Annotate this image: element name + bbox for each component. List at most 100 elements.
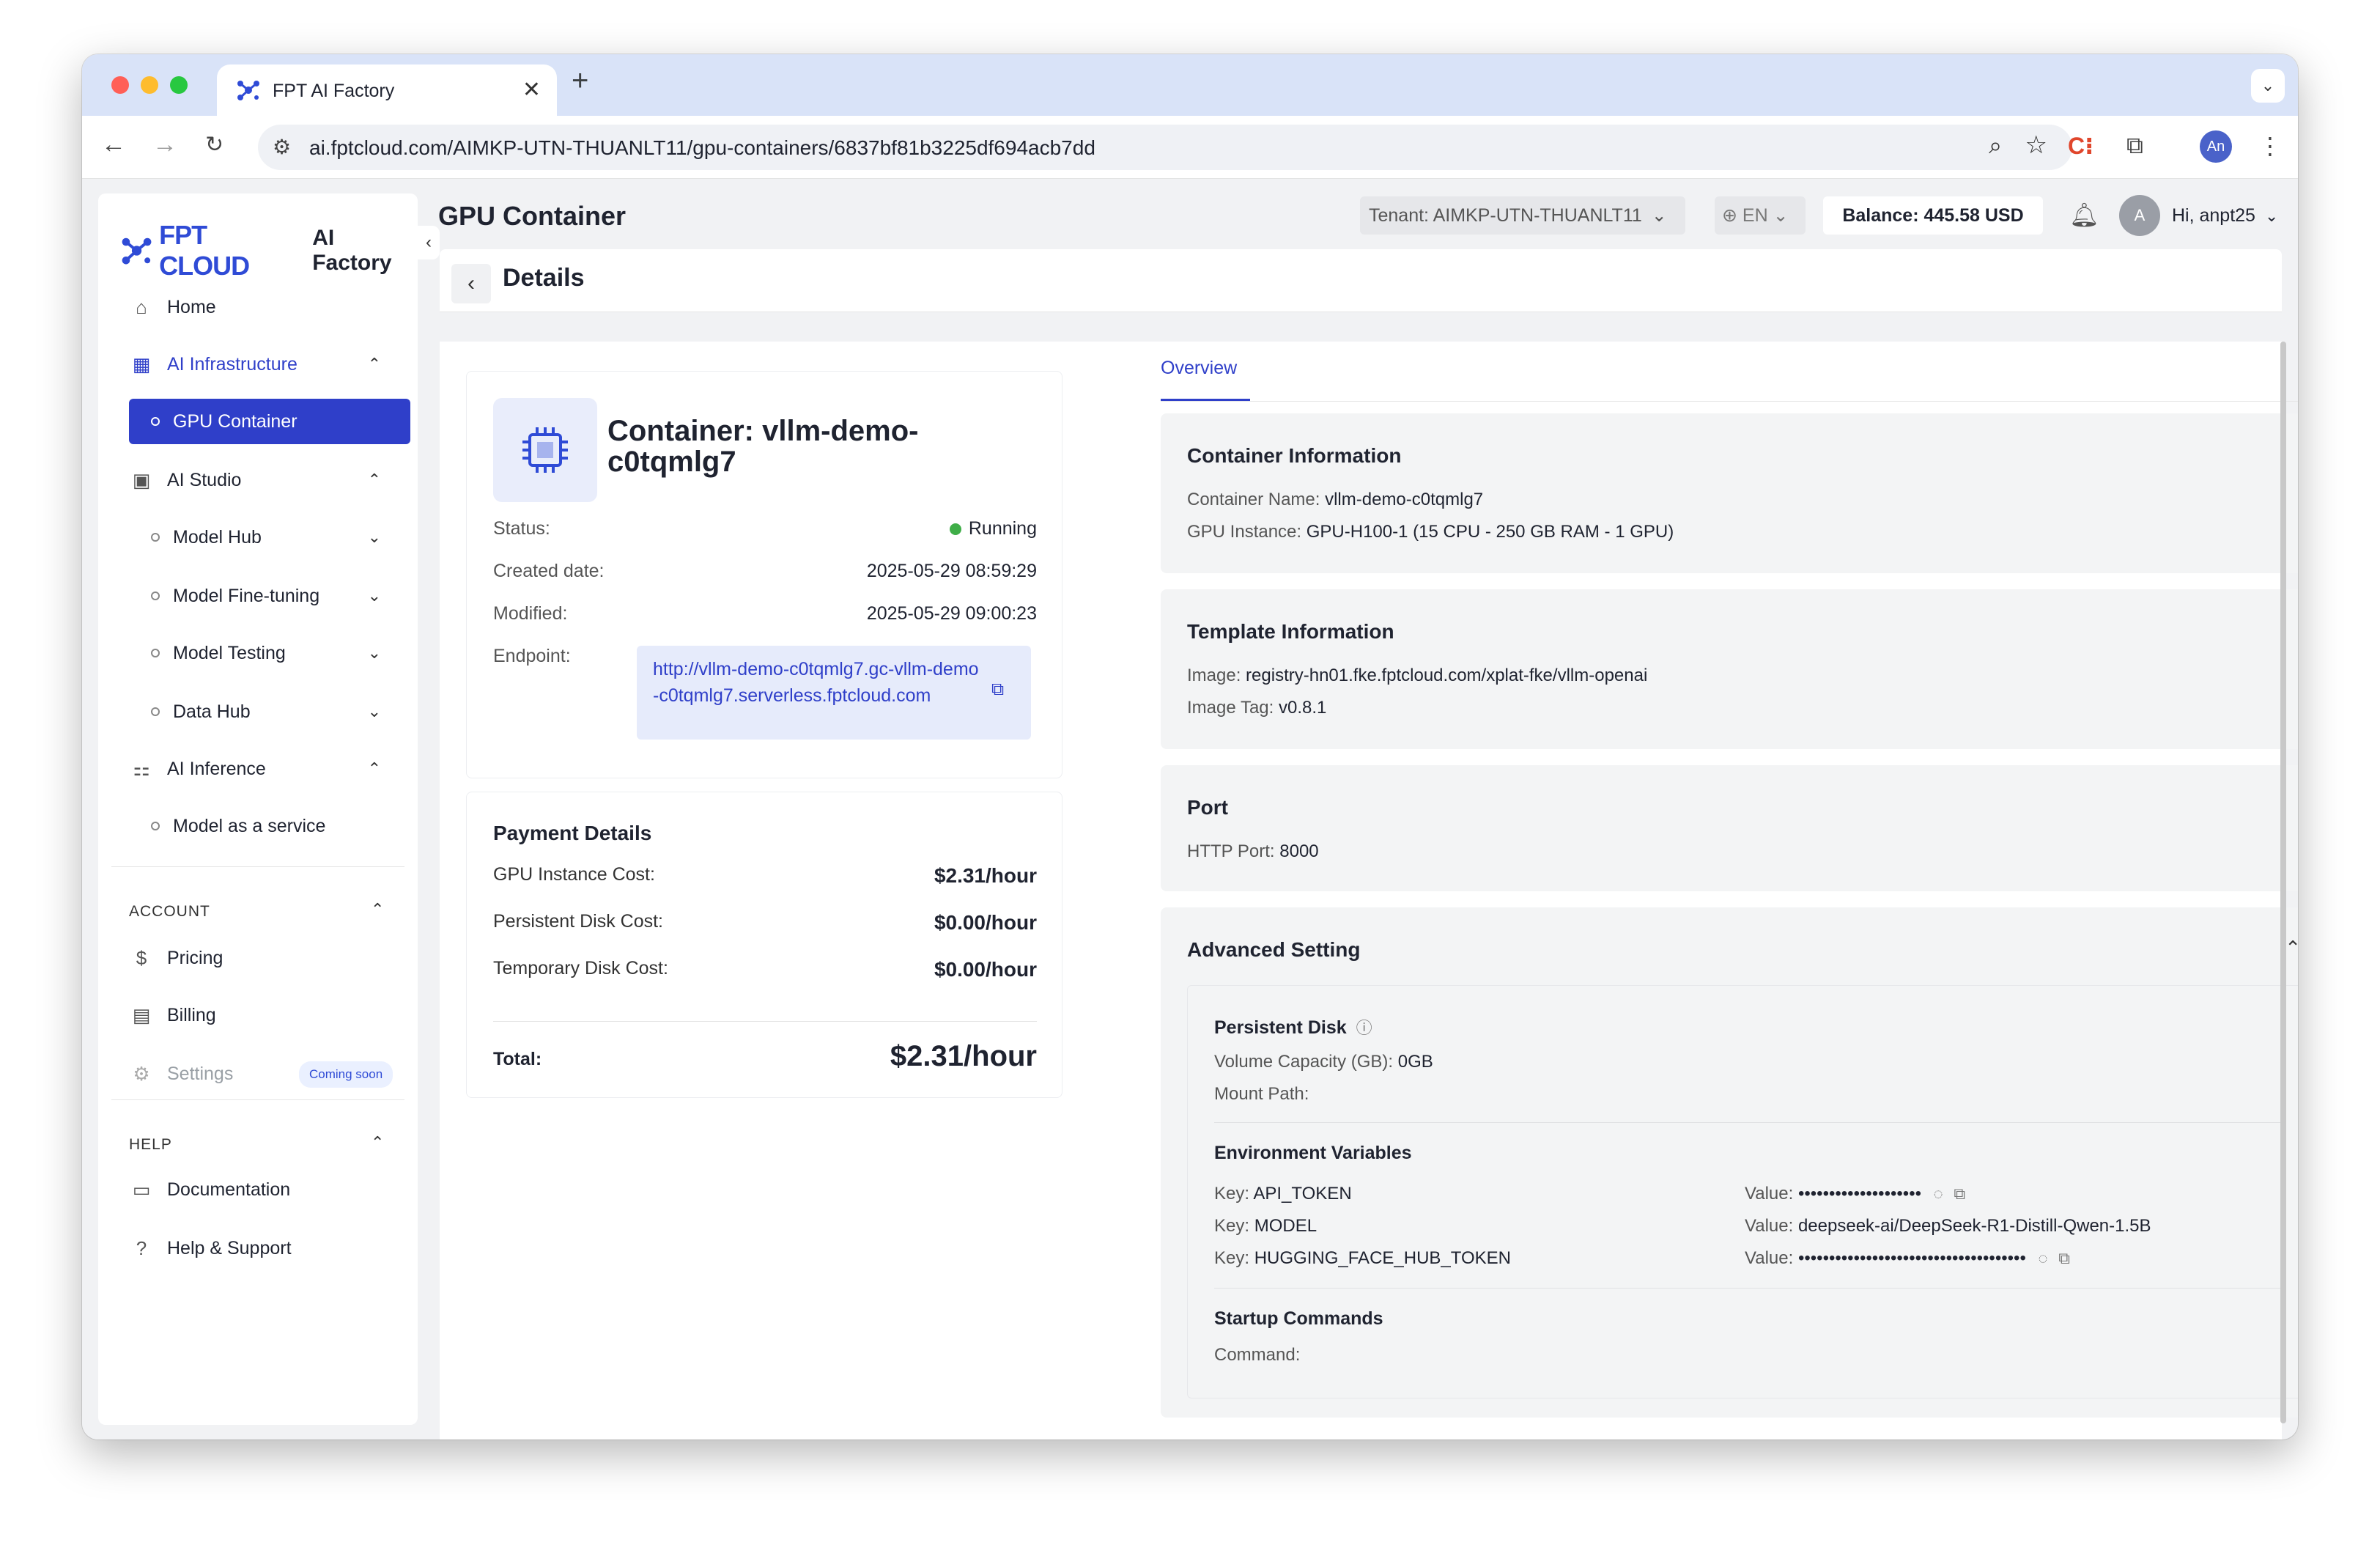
eye-off-icon[interactable]: ◌	[2039, 1249, 2048, 1267]
sidebar-item-label: Home	[167, 296, 216, 317]
status-value: Running	[949, 518, 1037, 539]
sidebar-item-model-testing[interactable]: Model Testing ⌄	[129, 630, 402, 676]
browser-window: FPT AI Factory ✕ + ⌄ ← → ↻ ⚙ ai.fptcloud…	[82, 54, 2298, 1440]
zoom-icon[interactable]: ⌕	[1989, 132, 2002, 160]
scrollbar[interactable]	[2280, 342, 2286, 1423]
tenant-selector[interactable]: Tenant: AIMKP-UTN-THUANLT11 ⌄	[1360, 196, 1685, 235]
dashboard-icon: ▦	[132, 353, 151, 375]
container-info-panel: Container Information Container Name: vl…	[1161, 413, 2298, 573]
maximize-window-button[interactable]	[170, 76, 188, 94]
back-arrow-icon[interactable]: ←	[101, 130, 126, 159]
sidebar-item-ai-infrastructure[interactable]: ▦ AI Infrastructure ⌃	[129, 342, 402, 387]
eye-off-icon[interactable]: ◌	[1934, 1184, 1943, 1203]
copy-icon[interactable]: ⧉	[2058, 1249, 2070, 1267]
sidebar-item-pricing[interactable]: $ Pricing	[129, 935, 402, 981]
sidebar-item-data-hub[interactable]: Data Hub ⌄	[129, 689, 402, 734]
chevron-down-icon: ⌄	[367, 586, 381, 605]
app-page: FPT CLOUD AI Factory ‹ ⌂ Home ▦ AI Infra…	[82, 179, 2298, 1440]
extensions-puzzle-icon[interactable]: ⧉	[2126, 132, 2143, 160]
forward-arrow-icon[interactable]: →	[152, 130, 177, 159]
chevron-up-icon: ⌃	[371, 1133, 385, 1151]
advanced-setting-body: Persistent Disk ⓘ Volume Capacity (GB): …	[1187, 985, 2298, 1398]
tab-search-chevron-icon[interactable]: ⌄	[2251, 69, 2285, 103]
back-button[interactable]: ‹	[451, 264, 491, 303]
chevron-up-icon: ⌃	[367, 355, 381, 373]
section-help[interactable]: HELP ⌃	[129, 1133, 384, 1154]
sidebar-item-home[interactable]: ⌂ Home	[129, 284, 402, 330]
startup-commands-title: Startup Commands	[1214, 1308, 1383, 1329]
port-panel: Port HTTP Port: 8000	[1161, 765, 2298, 891]
created-value: 2025-05-29 08:59:29	[866, 561, 1037, 581]
new-tab-icon[interactable]: +	[572, 64, 588, 97]
sidebar-item-help-support[interactable]: ? Help & Support	[129, 1226, 402, 1271]
total-row: Total: $2.31/hour	[493, 1040, 1037, 1072]
copy-endpoint-icon[interactable]: ⧉	[991, 679, 1004, 700]
user-greeting: Hi, anpt25	[2172, 205, 2255, 226]
env-value-line: Value: •••••••••••••••••••• ◌ ⧉	[1745, 1184, 1965, 1204]
sidebar-item-label: Settings	[167, 1063, 234, 1084]
sidebar-item-billing[interactable]: ▤ Billing	[129, 992, 402, 1038]
logo[interactable]: FPT CLOUD AI Factory	[120, 220, 418, 281]
section-account[interactable]: ACCOUNT ⌃	[129, 900, 384, 921]
total-label: Total:	[493, 1049, 542, 1069]
sidebar-collapse-button[interactable]: ‹	[418, 226, 440, 259]
sidebar-item-label: AI Studio	[167, 469, 242, 490]
extension-icon[interactable]: C⁝	[2068, 132, 2093, 160]
sidebar-item-ai-studio[interactable]: ▣ AI Studio ⌃	[129, 457, 402, 503]
profile-avatar[interactable]: An	[2200, 130, 2232, 163]
tab-overview[interactable]: Overview	[1161, 358, 1237, 379]
sidebar-item-gpu-container[interactable]: GPU Container	[129, 399, 410, 444]
modified-value: 2025-05-29 09:00:23	[866, 603, 1037, 624]
close-tab-icon[interactable]: ✕	[522, 77, 541, 103]
volume-capacity-line: Volume Capacity (GB): 0GB	[1214, 1052, 1433, 1072]
gpu-instance-label: GPU Instance:	[1187, 522, 1302, 542]
env-key-label: Key:	[1214, 1184, 1250, 1204]
persistent-cost-label: Persistent Disk Cost:	[493, 911, 664, 932]
sidebar-item-label: Pricing	[167, 947, 223, 968]
chevron-down-icon: ⌄	[2264, 207, 2279, 225]
env-key-label: Key:	[1214, 1248, 1250, 1268]
status-dot-icon	[949, 523, 961, 536]
copy-icon[interactable]: ⧉	[1954, 1184, 1965, 1203]
endpoint-link[interactable]: http://vllm-demo-c0tqmlg7.gc-vllm-demo-c…	[653, 659, 979, 706]
language-selector[interactable]: ⊕ EN ⌄	[1715, 196, 1806, 235]
env-value-masked: ••••••••••••••••••••	[1797, 1184, 1921, 1204]
sidebar-item-model-as-service[interactable]: Model as a service	[129, 803, 402, 849]
reload-icon[interactable]: ↻	[205, 132, 223, 158]
sidebar-item-documentation[interactable]: ▭ Documentation	[129, 1167, 402, 1212]
mount-path-label: Mount Path:	[1214, 1084, 1309, 1104]
bell-icon[interactable]: 🔔︎	[2069, 201, 2099, 229]
studio-icon: ▣	[132, 468, 151, 491]
http-port-line: HTTP Port: 8000	[1187, 841, 1319, 862]
persistent-disk-title: Persistent Disk	[1214, 1017, 1347, 1038]
browser-tab[interactable]: FPT AI Factory ✕	[217, 64, 557, 116]
browser-menu-icon[interactable]: ⋮	[2258, 132, 2282, 160]
env-vars-title: Environment Variables	[1214, 1143, 1412, 1163]
site-settings-icon[interactable]: ⚙	[273, 135, 291, 159]
env-value-label: Value:	[1745, 1184, 1794, 1204]
sidebar-item-model-hub[interactable]: Model Hub ⌄	[129, 515, 402, 560]
gear-icon: ⚙	[133, 1062, 150, 1085]
sidebar-item-ai-inference[interactable]: ⚏ AI Inference ⌃	[129, 746, 402, 792]
dollar-icon: $	[136, 946, 147, 969]
minimize-window-button[interactable]	[141, 76, 158, 94]
chevron-up-icon[interactable]: ⌃	[2285, 937, 2298, 959]
divider	[493, 1021, 1037, 1022]
advanced-setting-title[interactable]: Advanced Setting	[1187, 938, 1360, 962]
logo-product: AI Factory	[312, 226, 392, 275]
env-key-label: Key:	[1214, 1216, 1250, 1236]
user-menu[interactable]: Hi, anpt25 ⌄	[2172, 205, 2278, 226]
address-bar[interactable]: ⚙ ai.fptcloud.com/AIMKP-UTN-THUANLT11/gp…	[258, 125, 2072, 170]
image-tag-label: Image Tag:	[1187, 698, 1274, 718]
env-value-masked: •••••••••••••••••••••••••••••••••••••	[1797, 1248, 2026, 1268]
close-window-button[interactable]	[111, 76, 129, 94]
http-port-value: 8000	[1279, 841, 1319, 861]
language-label: EN	[1742, 205, 1768, 226]
volume-capacity-value: 0GB	[1397, 1052, 1433, 1072]
bookmark-star-icon[interactable]: ☆	[2025, 130, 2047, 160]
user-avatar[interactable]: A	[2119, 195, 2160, 236]
info-icon[interactable]: ⓘ	[1356, 1019, 1372, 1037]
total-value: $2.31/hour	[890, 1040, 1037, 1072]
container-card: Container: vllm-demo-c0tqmlg7 Status: Ru…	[466, 371, 1062, 778]
sidebar-item-model-finetuning[interactable]: Model Fine-tuning ⌄	[129, 573, 402, 619]
